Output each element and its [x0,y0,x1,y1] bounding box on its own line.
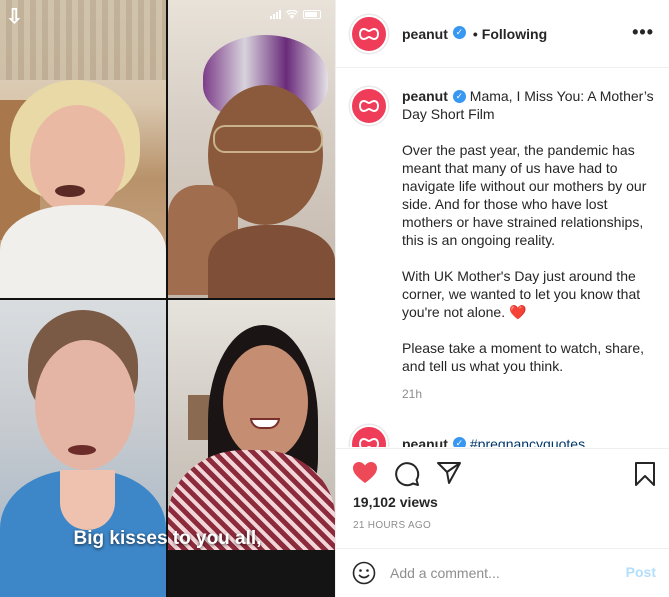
wifi-icon [286,10,298,19]
caption-paragraph: Please take a moment to watch, share, an… [402,340,645,374]
peanut-logo-icon [359,438,379,447]
caption-timestamp: 21h [402,387,423,401]
post-sidebar: peanut ✓ • Following ••• peanut ✓ Mama, I… [335,0,669,597]
like-heart-icon[interactable] [352,461,378,485]
post-header: peanut ✓ • Following ••• [336,0,669,68]
signal-icon [270,10,281,19]
caption-paragraph: With UK Mother's Day just around the cor… [402,268,641,320]
comment-composer: Add a comment... Post [336,548,669,597]
video-tile-top-right [168,0,335,298]
avatar[interactable] [350,87,388,125]
peanut-logo-icon [359,100,379,112]
comment-item: peanut ✓ #pregnancyquotes [350,425,585,447]
peanut-logo-icon [359,27,379,40]
video-tile-top-left [0,0,166,298]
emoji-icon[interactable] [352,561,376,585]
heart-emoji: ❤️ [508,304,527,320]
comment-icon[interactable] [394,461,420,487]
comment-username[interactable]: peanut [402,436,448,447]
battery-icon [303,10,321,19]
post-caption: peanut ✓ Mama, I Miss You: A Mother’s Day… [350,87,660,401]
comments-list[interactable]: peanut ✓ Mama, I Miss You: A Mother’s Day… [336,69,669,447]
more-options-icon[interactable]: ••• [632,22,654,43]
video-caption: Big kisses to you all, [73,528,262,549]
share-icon[interactable] [436,461,462,485]
post-video[interactable]: ⇩ Big kisses to you all, [0,0,335,597]
avatar[interactable] [350,14,388,53]
video-tile-bottom-left [0,300,166,597]
caption-username[interactable]: peanut [402,88,448,104]
avatar[interactable] [350,425,388,447]
verified-badge-icon: ✓ [452,26,466,39]
caption-paragraph: Over the past year, the pandemic has mea… [402,142,647,248]
verified-badge-icon: ✓ [452,436,466,447]
caption-text: peanut ✓ Mama, I Miss You: A Mother’s Day… [402,87,660,375]
bookmark-icon[interactable] [634,461,656,487]
header-username[interactable]: peanut [402,26,448,42]
hashtag-link[interactable]: #pregnancyquotes [470,436,585,447]
following-button[interactable]: Following [482,26,547,42]
view-count[interactable]: 19,102 views [353,494,438,510]
down-arrow-icon: ⇩ [6,6,23,28]
post-time-ago: 21 HOURS AGO [353,520,432,531]
phone-status-bar [270,10,321,19]
verified-badge-icon: ✓ [452,89,466,103]
post-actions: 19,102 views 21 HOURS AGO [336,448,669,548]
video-tile-bottom-right [168,300,335,597]
post-comment-button[interactable]: Post [626,564,656,580]
follow-separator: • [472,25,478,42]
comment-input[interactable]: Add a comment... [390,565,500,581]
